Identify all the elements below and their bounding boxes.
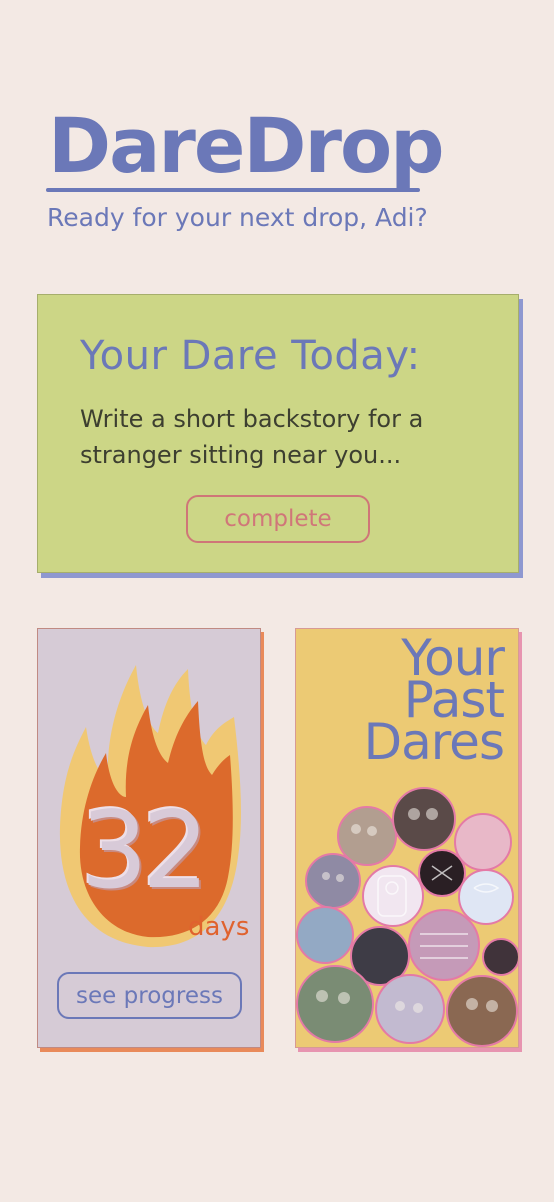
dare-card: Your Dare Today: Write a short backstory… — [37, 294, 519, 573]
app-logo: DareDrop — [48, 101, 445, 190]
streak-unit: days — [188, 912, 250, 942]
complete-button[interactable]: complete — [186, 495, 370, 543]
streak-count: 32 — [80, 789, 210, 912]
dare-text: Write a short backstory for a stranger s… — [80, 405, 424, 469]
greeting-text: Ready for your next drop, Adi? — [47, 203, 428, 232]
see-progress-button[interactable]: see progress — [57, 972, 242, 1019]
logo-underline — [46, 188, 420, 192]
past-dares-photo-collage[interactable] — [296, 784, 519, 1048]
photo-bubble — [296, 787, 518, 1047]
dare-title: Your Dare Today: — [80, 333, 421, 379]
past-dares-title-line: Dares — [363, 713, 505, 771]
past-dares-card[interactable]: Your Past Dares — [295, 628, 519, 1048]
past-dares-title: Your Past Dares — [363, 633, 505, 771]
streak-card[interactable]: 32 days see progress — [37, 628, 261, 1048]
